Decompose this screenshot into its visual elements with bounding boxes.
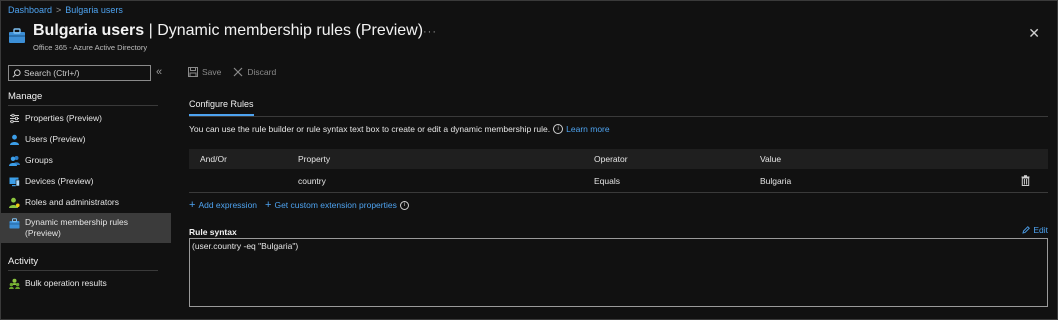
rule-syntax-textbox[interactable]: (user.country -eq "Bulgaria") bbox=[189, 238, 1048, 307]
page-subtitle: Office 365 - Azure Active Directory bbox=[33, 43, 148, 52]
get-custom-label: Get custom extension properties bbox=[274, 200, 397, 210]
save-label: Save bbox=[202, 67, 222, 77]
page-title-group: Bulgaria users bbox=[33, 22, 145, 39]
description-text: You can use the rule builder or rule syn… bbox=[189, 124, 551, 134]
get-custom-extension-properties-button[interactable]: + Get custom extension properties i bbox=[265, 199, 409, 211]
more-options-icon[interactable]: ··· bbox=[423, 26, 437, 38]
sidebar-item-roles[interactable]: Roles and administrators bbox=[0, 192, 171, 212]
bulk-operations-icon bbox=[9, 278, 20, 289]
sidebar-item-groups[interactable]: Groups bbox=[0, 150, 171, 170]
tab-configure-rules[interactable]: Configure Rules bbox=[189, 99, 254, 116]
cell-property[interactable]: country bbox=[298, 170, 326, 192]
add-expression-button[interactable]: + Add expression bbox=[189, 199, 258, 211]
learn-more-link[interactable]: Learn more bbox=[566, 124, 609, 134]
column-header-property: Property bbox=[298, 154, 331, 164]
add-expression-label: Add expression bbox=[198, 200, 258, 210]
description: You can use the rule builder or rule syn… bbox=[189, 124, 610, 134]
breadcrumb-bulgaria-users[interactable]: Bulgaria users bbox=[65, 5, 123, 15]
close-icon[interactable]: ✕ bbox=[1028, 25, 1040, 42]
sidebar-item-label-line1: Dynamic membership rules bbox=[25, 217, 128, 227]
save-icon bbox=[188, 67, 198, 77]
discard-button[interactable]: Discard bbox=[233, 67, 276, 77]
groups-icon bbox=[9, 155, 20, 166]
plus-icon: + bbox=[265, 199, 272, 211]
sidebar-item-label: Bulk operation results bbox=[25, 277, 107, 288]
delete-icon[interactable] bbox=[1021, 175, 1030, 186]
sidebar-item-label: Properties (Preview) bbox=[25, 112, 102, 123]
roles-icon bbox=[9, 197, 20, 208]
section-title-manage: Manage bbox=[8, 91, 43, 102]
group-briefcase-icon bbox=[9, 28, 25, 43]
devices-icon bbox=[9, 177, 20, 186]
edit-label: Edit bbox=[1033, 225, 1048, 235]
collapse-sidebar-icon[interactable]: « bbox=[156, 66, 162, 78]
user-icon bbox=[10, 134, 19, 145]
section-title-activity: Activity bbox=[8, 256, 39, 267]
sidebar-item-label: Users (Preview) bbox=[25, 133, 86, 144]
sidebar-item-label: Groups bbox=[25, 154, 53, 165]
breadcrumb-separator: > bbox=[56, 5, 62, 15]
page-title: Bulgaria users | Dynamic membership rule… bbox=[33, 22, 423, 40]
column-header-value: Value bbox=[760, 154, 782, 164]
discard-label: Discard bbox=[247, 67, 277, 77]
page-title-blade: | Dynamic membership rules (Preview) bbox=[144, 22, 424, 39]
main-content: Save Discard Configure Rules You can use… bbox=[180, 61, 1058, 318]
section-divider bbox=[8, 270, 158, 271]
search-input[interactable]: Search (Ctrl+/) bbox=[8, 65, 151, 81]
sidebar-item-label: Devices (Preview) bbox=[25, 175, 94, 186]
search-placeholder: Search (Ctrl+/) bbox=[24, 68, 80, 78]
column-header-operator: Operator bbox=[594, 154, 628, 164]
rule-syntax-label: Rule syntax bbox=[189, 227, 237, 237]
sidebar-item-label-line2: (Preview) bbox=[25, 228, 61, 238]
cell-value[interactable]: Bulgaria bbox=[760, 170, 791, 192]
column-header-and-or: And/Or bbox=[200, 154, 227, 164]
grid-header: And/Or Property Operator Value bbox=[189, 149, 1048, 169]
table-row[interactable]: country Equals Bulgaria bbox=[189, 170, 1048, 193]
edit-rule-syntax-button[interactable]: Edit bbox=[1022, 225, 1048, 235]
info-icon[interactable]: i bbox=[399, 200, 409, 210]
sidebar-item-properties[interactable]: Properties (Preview) bbox=[0, 108, 171, 128]
sidebar-item-dynamic-membership-rules[interactable]: Dynamic membership rules (Preview) bbox=[0, 213, 171, 243]
save-button[interactable]: Save bbox=[188, 67, 221, 77]
rule-actions: + Add expression + Get custom extension … bbox=[189, 199, 409, 211]
breadcrumb-dashboard[interactable]: Dashboard bbox=[8, 5, 52, 15]
sidebar-item-devices[interactable]: Devices (Preview) bbox=[0, 171, 171, 191]
section-divider bbox=[8, 105, 158, 106]
info-icon[interactable]: i bbox=[553, 124, 564, 134]
discard-icon bbox=[233, 67, 243, 77]
plus-icon: + bbox=[189, 199, 196, 211]
sidebar-item-bulk-operation-results[interactable]: Bulk operation results bbox=[0, 273, 171, 293]
sidebar-item-label: Roles and administrators bbox=[25, 196, 120, 207]
cell-operator[interactable]: Equals bbox=[594, 170, 620, 192]
properties-icon bbox=[10, 113, 19, 123]
command-bar: Save Discard bbox=[188, 67, 276, 77]
page-header: Bulgaria users | Dynamic membership rule… bbox=[8, 22, 1058, 56]
sidebar-item-label: Dynamic membership rules (Preview) bbox=[25, 217, 128, 239]
sidebar-item-users[interactable]: Users (Preview) bbox=[0, 129, 171, 149]
search-icon bbox=[12, 68, 21, 78]
pencil-icon bbox=[1022, 226, 1031, 234]
dynamic-rules-icon bbox=[9, 218, 20, 229]
breadcrumb: Dashboard > Bulgaria users bbox=[8, 5, 123, 15]
tab-divider bbox=[189, 116, 1048, 117]
sidebar: Search (Ctrl+/) « Manage Properties (Pre… bbox=[0, 61, 171, 318]
